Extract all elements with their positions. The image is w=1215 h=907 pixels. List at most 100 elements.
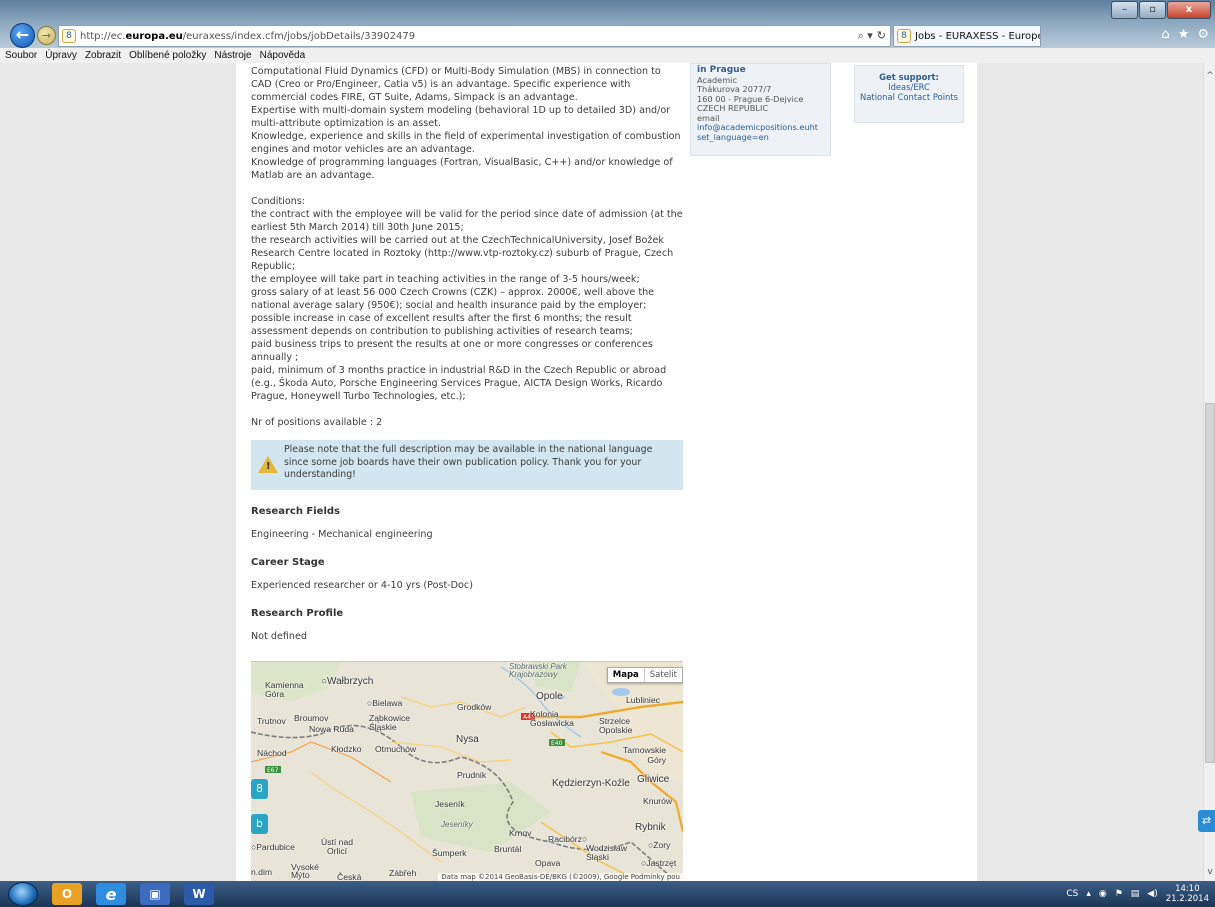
support-box: Get support: Ideas/ERC National Contact …	[854, 65, 964, 123]
close-button[interactable]: x	[1167, 1, 1211, 19]
support-link-ideas-erc[interactable]: Ideas/ERC	[855, 82, 963, 92]
map-label-pardubice: ○Pardubice	[251, 842, 295, 852]
scroll-up-arrow-icon[interactable]: ^	[1204, 71, 1215, 81]
map-label-krnov: Krnov	[509, 828, 532, 838]
map-label-jastrzebie: ○Jastrzęt	[641, 858, 677, 868]
conditions-text: the contract with the employee will be v…	[251, 209, 683, 402]
career-stage-value: Experienced researcher or 4-10 yrs (Post…	[251, 579, 473, 591]
map-label-nysa: Nysa	[456, 734, 479, 745]
tray-app-icon[interactable]: ◉	[1099, 889, 1107, 899]
career-stage-heading: Career Stage	[251, 556, 325, 568]
menu-favorites[interactable]: Oblíbené položky	[129, 50, 206, 61]
map-label-ceska: Česká	[337, 872, 362, 881]
windows-taskbar: O e ▣ W CS ▴ ◉ ⚑ ▤ ◀) 14:10 21.2.2014	[0, 881, 1215, 907]
vertical-scrollbar[interactable]: ^ v	[1203, 63, 1215, 881]
maximize-button[interactable]: ▫	[1139, 1, 1166, 19]
scroll-thumb[interactable]	[1205, 403, 1215, 763]
map-label-lubliniec: Lubliniec	[626, 695, 660, 705]
research-fields-value: Engineering - Mechanical engineering	[251, 528, 433, 540]
map-label-opava: Opava	[535, 858, 561, 868]
clock-time: 14:10	[1175, 884, 1200, 894]
language-indicator[interactable]: CS	[1066, 889, 1078, 899]
show-hidden-icons-icon[interactable]: ▴	[1086, 889, 1091, 899]
word-taskbar-icon[interactable]: W	[184, 883, 214, 905]
map-label-nachod: Náchod	[257, 748, 287, 758]
browser-tab[interactable]: 8 Jobs - EURAXESS - Europea... ✕	[893, 25, 1041, 47]
map-label-opole: Opole	[536, 691, 563, 702]
location-map[interactable]: A4 E40 E67 Mapa Satelit Stobrawski Park …	[251, 661, 683, 881]
map-label-kamienna: Kamienna Góra	[265, 680, 304, 699]
search-dropdown-icon[interactable]: ⌕ ▾	[858, 29, 873, 43]
map-label-jesenik: Jeseník	[435, 799, 465, 809]
map-label-broumov: Broumov	[294, 713, 329, 723]
teamviewer-icon[interactable]: ⇄	[1198, 810, 1215, 832]
save-taskbar-icon[interactable]: ▣	[140, 883, 170, 905]
contact-lang-link[interactable]: set_language=en	[697, 132, 824, 143]
research-profile-heading: Research Profile	[251, 607, 344, 619]
outlook-taskbar-icon[interactable]: O	[52, 883, 82, 905]
start-button[interactable]	[8, 882, 38, 906]
map-label-zabkowice: Ząbkowice Śląskie	[369, 713, 411, 732]
home-icon[interactable]: ⌂	[1161, 27, 1169, 42]
road-label-e67: E67	[267, 767, 279, 774]
menu-help[interactable]: Nápověda	[260, 50, 306, 61]
action-center-flag-icon[interactable]: ⚑	[1115, 889, 1123, 899]
research-fields-heading: Research Fields	[251, 505, 341, 517]
requirements-text: Computational Fluid Dynamics (CFD) or Mu…	[251, 66, 681, 181]
map-label-strzelce: Strzelce Opolskie	[599, 716, 633, 735]
map-label-kolonia: Kolonia Gosławicka	[530, 709, 574, 728]
map-type-satellite-button[interactable]: Satelit	[645, 668, 682, 682]
map-label-raciborz: Racibórz○	[548, 834, 588, 844]
map-label-usti: Ústí nad Orlicí	[321, 837, 354, 856]
clock[interactable]: 14:10 21.2.2014	[1166, 884, 1209, 904]
job-description: Computational Fluid Dynamics (CFD) or Mu…	[251, 65, 683, 643]
refresh-icon[interactable]: ↻	[877, 29, 886, 43]
page-container: Computational Fluid Dynamics (CFD) or Mu…	[236, 63, 977, 881]
tab-title: Jobs - EURAXESS - Europea...	[915, 30, 1040, 42]
internet-explorer-taskbar-icon[interactable]: e	[96, 883, 126, 905]
favorites-star-icon[interactable]: ★	[1178, 27, 1190, 42]
map-marker-icon[interactable]: 8	[251, 779, 268, 799]
map-label-kedzierzyn: Kędzierzyn-Koźle	[552, 778, 630, 789]
conditions-heading: Conditions:	[251, 196, 306, 207]
map-label-tarnowskie: Tarnowskie Góry	[623, 745, 666, 765]
scroll-down-arrow-icon[interactable]: v	[1204, 867, 1215, 877]
browser-titlebar: – ▫ x ← → 8 http://ec.europa.eu/euraxess…	[0, 0, 1215, 48]
map-type-control: Mapa Satelit	[606, 667, 683, 683]
volume-icon[interactable]: ◀)	[1147, 889, 1157, 899]
map-type-map-button[interactable]: Mapa	[608, 668, 645, 682]
map-label-trutnov: Trutnov	[257, 716, 286, 726]
menu-edit[interactable]: Úpravy	[45, 50, 77, 61]
map-label-bruntal: Bruntál	[494, 844, 522, 854]
network-icon[interactable]: ▤	[1131, 889, 1140, 899]
map-label-sumperk: Šumperk	[432, 848, 467, 858]
map-label-park: Stobrawski Park Krajobrazowy	[509, 662, 567, 679]
site-favicon-icon: 8	[62, 29, 76, 43]
minimize-button[interactable]: –	[1111, 1, 1138, 19]
menu-file[interactable]: Soubor	[5, 50, 37, 61]
research-profile-value: Not defined	[251, 630, 307, 642]
map-label-jeseniky: Jeseníky	[441, 820, 473, 829]
map-label-rybnik: Rybnik	[635, 822, 666, 833]
map-label-chrudim: n.dim	[251, 867, 273, 877]
menu-view[interactable]: Zobrazit	[85, 50, 121, 61]
address-bar[interactable]: 8 http://ec.europa.eu/euraxess/index.cfm…	[58, 25, 891, 47]
menu-tools[interactable]: Nástroje	[214, 50, 251, 61]
support-link-ncp[interactable]: National Contact Points	[855, 92, 963, 102]
map-label-vysoke: Vysoké Mýto	[291, 862, 319, 880]
map-label-klodzko: Kłodzko	[331, 744, 362, 754]
map-label-nowa-ruda: Nowa Ruda	[309, 724, 354, 734]
forward-button[interactable]: →	[37, 26, 56, 45]
map-label-knurow: Knurów	[643, 796, 673, 806]
address-url[interactable]: http://ec.europa.eu/euraxess/index.cfm/j…	[80, 31, 415, 42]
language-notice: ! Please note that the full description …	[251, 440, 683, 490]
map-label-wodzislaw: Wodzisław Śląski	[586, 843, 627, 862]
back-button[interactable]: ←	[10, 23, 35, 48]
map-marker-icon[interactable]: b	[251, 814, 268, 834]
map-label-prudnik: Prudnik	[457, 770, 487, 780]
map-label-gliwice: Gliwice	[637, 774, 670, 785]
map-label-zabreh: Zábřeh	[389, 868, 417, 878]
settings-gear-icon[interactable]: ⚙	[1197, 27, 1209, 42]
contact-box: in Prague Academic Thákurova 2077/7 160 …	[690, 63, 831, 156]
map-label-otmuchow: Otmuchów	[375, 744, 417, 754]
